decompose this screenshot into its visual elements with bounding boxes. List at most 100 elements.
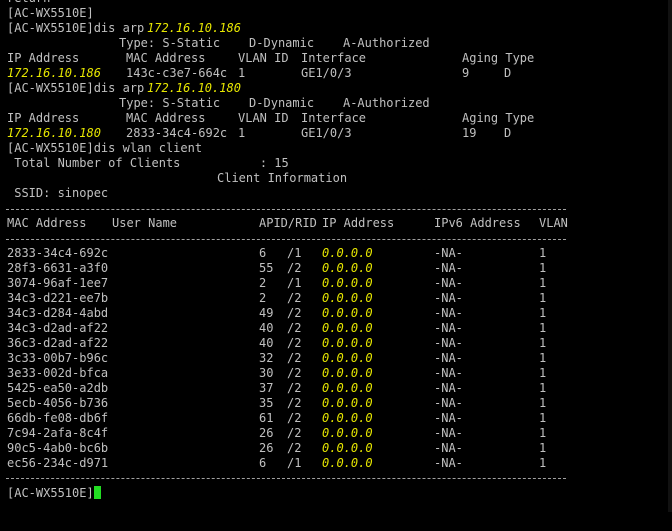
header-ip: IP Address: [7, 111, 80, 125]
header-ipv6: IPv6 Address: [434, 216, 521, 230]
cell-rid: /2: [287, 336, 302, 350]
cell-rid: /2: [287, 351, 302, 365]
cell-apid: 30: [259, 366, 274, 380]
cell-ipv6: -NA-: [434, 321, 463, 335]
cell-ipv6: -NA-: [434, 441, 463, 455]
client-info-text: Client Information: [217, 171, 348, 185]
cell-vlan: 1: [539, 456, 547, 470]
client-table-header: MAC Address User Name APID/RID IP Addres…: [0, 216, 672, 231]
entry-vlan: 1: [238, 126, 246, 140]
header-apid: APID/RID: [259, 216, 317, 230]
cell-rid: /1: [287, 246, 302, 260]
cell-rid: /2: [287, 306, 302, 320]
cell-vlan: 1: [539, 441, 547, 455]
total-clients-text: Total Number of Clients : 15: [7, 156, 289, 170]
prompt-label: [AC-WX5510E]: [7, 486, 94, 500]
cell-rid: /2: [287, 261, 302, 275]
cell-vlan: 1: [539, 426, 547, 440]
cell-mac: 66db-fe08-db6f: [7, 411, 109, 425]
cell-apid: 35: [259, 396, 274, 410]
client-table-row: 34c3-d2ad-af22 40/2 0.0.0.0 -NA- 1: [0, 321, 672, 336]
arp-command-line: [AC-WX5510E]dis arp 172.16.10.180: [0, 81, 672, 96]
table-separator-bottom: [6, 478, 566, 479]
client-table-row: 7c94-2afa-8c4f 26/2 0.0.0.0 -NA- 1: [0, 426, 672, 441]
type-legend-text: Type: S-Static D-Dynamic A-Authorized: [119, 36, 430, 50]
terminal-window[interactable]: return [AC-WX5510E] [AC-WX5510E]dis arp …: [0, 0, 672, 512]
cell-rid: /2: [287, 321, 302, 335]
cell-ipv6: -NA-: [434, 351, 463, 365]
cell-vlan: 1: [539, 321, 547, 335]
cell-ipv6: -NA-: [434, 246, 463, 260]
cell-ipv6: -NA-: [434, 306, 463, 320]
header-user: User Name: [112, 216, 178, 230]
cell-ip: 0.0.0.0: [322, 336, 373, 350]
cell-ip: 0.0.0.0: [322, 276, 373, 290]
cell-ip: 0.0.0.0: [322, 261, 373, 275]
cell-ipv6: -NA-: [434, 396, 463, 410]
client-table-row: ec56-234c-d971 6/1 0.0.0.0 -NA- 1: [0, 456, 672, 471]
entry-ip: 172.16.10.180: [7, 126, 101, 140]
cell-ip: 0.0.0.0: [322, 456, 373, 470]
cell-ipv6: -NA-: [434, 366, 463, 380]
cell-ip: 0.0.0.0: [322, 381, 373, 395]
header-interface: Interface: [301, 51, 367, 65]
command-ip: 172.16.10.180: [147, 81, 241, 95]
final-prompt-line[interactable]: [AC-WX5510E]: [0, 486, 672, 501]
cell-apid: 49: [259, 306, 274, 320]
command-ip: 172.16.10.186: [147, 21, 241, 35]
cell-mac: 34c3-d2ad-af22: [7, 321, 109, 335]
entry-vlan: 1: [238, 66, 246, 80]
cell-rid: /2: [287, 291, 302, 305]
cell-vlan: 1: [539, 261, 547, 275]
arp-entry-row: 172.16.10.180 2833-34c4-692c 1 GE1/0/3 1…: [0, 126, 672, 141]
cell-apid: 2: [259, 291, 267, 305]
cell-ipv6: -NA-: [434, 381, 463, 395]
cell-rid: /1: [287, 456, 302, 470]
final-prompt-text: [AC-WX5510E]: [7, 486, 101, 501]
cell-ipv6: -NA-: [434, 411, 463, 425]
arp-entry-row: 172.16.10.186 143c-c3e7-664c 1 GE1/0/3 9…: [0, 66, 672, 81]
cursor-block: [93, 486, 101, 499]
cell-ip: 0.0.0.0: [322, 366, 373, 380]
cell-vlan: 1: [539, 381, 547, 395]
cell-ip: 0.0.0.0: [322, 441, 373, 455]
entry-mac: 2833-34c4-692c: [126, 126, 228, 140]
cell-ip: 0.0.0.0: [322, 426, 373, 440]
client-table-row: 3074-96af-1ee7 2/1 0.0.0.0 -NA- 1: [0, 276, 672, 291]
header-vlan: VLAN ID: [238, 51, 289, 65]
entry-interface: GE1/0/3: [301, 126, 352, 140]
client-table-row: 66db-fe08-db6f 61/2 0.0.0.0 -NA- 1: [0, 411, 672, 426]
header-mac: MAC Address: [126, 51, 206, 65]
cell-mac: ec56-234c-d971: [7, 456, 109, 470]
entry-type: D: [504, 66, 512, 80]
cell-apid: 6: [259, 456, 267, 470]
cell-rid: /2: [287, 396, 302, 410]
arp-header-row: IP Address MAC Address VLAN ID Interface…: [0, 111, 672, 126]
header-mac: MAC Address: [7, 216, 87, 230]
cell-apid: 61: [259, 411, 274, 425]
client-table-row: 34c3-d284-4abd 49/2 0.0.0.0 -NA- 1: [0, 306, 672, 321]
cell-mac: 3074-96af-1ee7: [7, 276, 109, 290]
header-ip: IP Address: [7, 51, 80, 65]
cell-vlan: 1: [539, 276, 547, 290]
entry-interface: GE1/0/3: [301, 66, 352, 80]
cell-apid: 2: [259, 276, 267, 290]
cell-ipv6: -NA-: [434, 426, 463, 440]
cell-ip: 0.0.0.0: [322, 396, 373, 410]
entry-ip: 172.16.10.186: [7, 66, 101, 80]
client-table-row: 3e33-002d-bfca 30/2 0.0.0.0 -NA- 1: [0, 366, 672, 381]
arp-command-line: [AC-WX5510E]dis arp 172.16.10.186: [0, 21, 672, 36]
cell-apid: 32: [259, 351, 274, 365]
cell-ip: 0.0.0.0: [322, 291, 373, 305]
entry-mac: 143c-c3e7-664c: [126, 66, 228, 80]
client-table-row: 5ecb-4056-b736 35/2 0.0.0.0 -NA- 1: [0, 396, 672, 411]
cell-vlan: 1: [539, 351, 547, 365]
prompt-text: [AC-WX5510E]: [7, 6, 94, 20]
table-separator-mid: [6, 239, 566, 240]
header-vlan: VLAN ID: [238, 111, 289, 125]
client-table-row: 34c3-d221-ee7b 2/2 0.0.0.0 -NA- 1: [0, 291, 672, 306]
arp-header-row: IP Address MAC Address VLAN ID Interface…: [0, 51, 672, 66]
scrollbar[interactable]: [668, 0, 672, 512]
cell-mac: 36c3-d2ad-af22: [7, 336, 109, 350]
cell-ipv6: -NA-: [434, 276, 463, 290]
